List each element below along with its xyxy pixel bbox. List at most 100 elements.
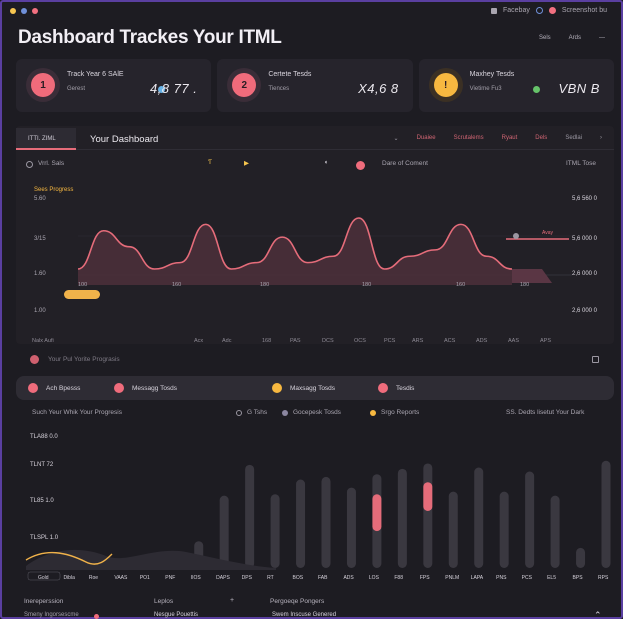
- bar: [550, 495, 560, 568]
- pill-2[interactable]: Messagg Tosds: [114, 383, 177, 393]
- ring-icon[interactable]: [535, 7, 543, 14]
- bar: [296, 479, 306, 568]
- x-tick-bottom: PCS: [384, 338, 396, 344]
- panel-link-1[interactable]: Duaiee: [417, 135, 436, 142]
- warning-icon: !: [433, 73, 458, 97]
- card-subtitle: Tiences: [268, 86, 290, 92]
- panel-link-3[interactable]: Ryaut: [502, 135, 518, 142]
- chevron-up-icon[interactable]: ⌃: [594, 610, 602, 619]
- pill-1[interactable]: Ach Bpesss: [28, 383, 80, 393]
- bar-chart-legend: Such Yeur Whik Your Progresis G Tshs Goc…: [32, 409, 602, 421]
- pill-4[interactable]: Tesdis: [378, 383, 414, 393]
- bar: [525, 471, 535, 568]
- x-tick: RPS: [598, 575, 609, 581]
- panel-link-5[interactable]: Sedlai: [565, 135, 582, 142]
- bar-highlight: [423, 482, 433, 511]
- legend-label: G Tshs: [247, 409, 268, 416]
- pill-label: Maxsagg Tosds: [290, 384, 336, 392]
- bar: [321, 476, 331, 568]
- x-tick: IIOS: [191, 575, 202, 581]
- window-controls: [10, 8, 38, 14]
- y-tick-left: 1.00: [34, 308, 46, 314]
- target-point: [513, 233, 519, 239]
- x-tick-bottom: ARS: [412, 338, 424, 344]
- window-dot-3[interactable]: [32, 8, 38, 14]
- card-title: Certete Tesds: [268, 71, 312, 78]
- window-dot-2[interactable]: [21, 8, 27, 14]
- play-icon[interactable]: ▶: [244, 159, 249, 167]
- highlight-label: Avay: [542, 230, 554, 236]
- pill-label: Ach Bpesss: [46, 384, 81, 392]
- window-dot-1[interactable]: [10, 8, 16, 14]
- notification-icon[interactable]: [548, 7, 556, 14]
- y-tick-left: 3/15: [34, 236, 46, 242]
- title-bar: Facebay Screenshot bu: [2, 2, 621, 24]
- card-badge: 2: [227, 68, 262, 102]
- more-icon[interactable]: ›: [600, 135, 602, 142]
- footer-col3-sub: Swem Inscuse Genered: [272, 612, 337, 618]
- x-tick: ADS: [343, 575, 354, 581]
- card-value: X4,6 8: [358, 81, 399, 96]
- header-action-3[interactable]: —: [599, 35, 605, 41]
- range-button: [64, 290, 100, 299]
- top-right-menu: Facebay Screenshot bu: [490, 7, 607, 14]
- top-item-1[interactable]: Facebay: [503, 7, 530, 14]
- stat-card-3[interactable]: ! Maxhey Tesds Vietime Fu3 VBN B: [418, 59, 614, 112]
- x-tick-bottom: Adc: [222, 338, 232, 344]
- chevron-down-icon[interactable]: ⌄: [394, 135, 399, 142]
- x-tick-bottom: AAS: [508, 338, 519, 344]
- x-tick: 180: [520, 282, 529, 288]
- x-tick: LAPA: [471, 575, 484, 581]
- tab-dashboard[interactable]: Your Dashboard: [90, 134, 158, 145]
- legend-label: Gocepesk Tosds: [293, 409, 341, 416]
- x-tick-bottom: 168: [262, 338, 271, 344]
- stat-cards: 1 Track Year 6 SAlE Gerest 4,8 77 . 2 Ce…: [16, 59, 614, 112]
- x-tick: 100: [78, 282, 87, 288]
- bar-area: [26, 549, 276, 570]
- bar-highlight: [372, 494, 382, 532]
- legend-item-2[interactable]: Gocepesk Tosds: [282, 409, 341, 416]
- tab-active[interactable]: ITTI. ZIML: [16, 128, 76, 150]
- subrow-right-label: ITML Tose: [566, 160, 596, 167]
- bar: [448, 491, 458, 568]
- panel-link-2[interactable]: Scrutalems: [454, 135, 484, 142]
- bar: [397, 468, 407, 568]
- bar: [219, 495, 229, 568]
- x-tick: BPS: [573, 575, 584, 581]
- y-tick: TL85 1.0: [30, 498, 54, 504]
- bar-chart: TLA88 0.0TLNT 72TL85 1.0TLSPL 1.0Gold Dib…: [25, 434, 611, 581]
- filter-icon[interactable]: Ƭ: [208, 159, 212, 166]
- pink-dot-icon: [30, 355, 39, 364]
- legend-item-3[interactable]: Srgo Reports: [370, 409, 419, 416]
- plus-icon[interactable]: +: [230, 597, 234, 604]
- x-tick-bottom: Nalx Aufi: [32, 338, 54, 344]
- record-icon[interactable]: [356, 161, 365, 170]
- panel-link-4[interactable]: Dels: [535, 135, 547, 142]
- pin-icon[interactable]: ◖: [324, 159, 328, 166]
- x-tick: PNLM: [445, 575, 459, 581]
- legend-item-1[interactable]: G Tshs: [236, 409, 267, 416]
- stat-card-2[interactable]: 2 Certete Tesds Tiences X4,6 8: [217, 59, 413, 112]
- pill-dot-icon: [378, 383, 388, 393]
- bar: [474, 467, 484, 568]
- y-tick-left: 5.60: [34, 196, 46, 202]
- info-dot-icon: [94, 614, 99, 619]
- x-tick: FPS: [420, 575, 430, 581]
- x-tick: 180: [260, 282, 269, 288]
- y-tick: TLA88 0.0: [30, 434, 58, 440]
- bar: [601, 460, 611, 568]
- card-badge: 1: [26, 68, 60, 102]
- checkbox-icon[interactable]: [592, 356, 599, 363]
- y-tick-right: 2,6 000 0: [572, 271, 598, 277]
- stat-card-1[interactable]: 1 Track Year 6 SAlE Gerest 4,8 77 .: [16, 59, 212, 112]
- legend-label: Srgo Reports: [381, 409, 420, 416]
- card-badge: !: [428, 68, 463, 102]
- header-action-1[interactable]: Sels: [539, 35, 551, 41]
- pill-3[interactable]: Maxsagg Tosds: [272, 383, 335, 393]
- header-action-2[interactable]: Ards: [569, 35, 581, 41]
- legend-dot-icon: [282, 409, 288, 416]
- legend-right-label: SS. Dedts lisetut Your Dark: [506, 409, 585, 416]
- top-item-2[interactable]: Screenshot bu: [562, 7, 607, 14]
- pill-dot-icon: [28, 383, 38, 393]
- page-title: Dashboard Trackes Your ITML: [18, 27, 282, 48]
